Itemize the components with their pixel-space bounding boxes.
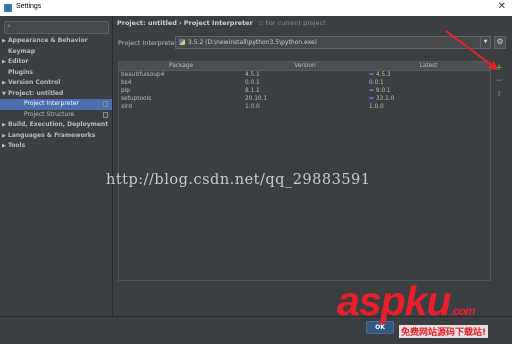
sidebar-item-label: Project Structure xyxy=(24,110,75,118)
app-icon xyxy=(4,4,12,12)
interpreter-label: Project Interpreter: xyxy=(118,39,180,47)
upgrade-arrow-icon: ➡ xyxy=(369,72,374,78)
package-name: beautifulsoup4 xyxy=(121,72,165,78)
expand-arrow-icon[interactable]: ▶ xyxy=(2,78,6,89)
upgrade-arrow-icon: ➡ xyxy=(369,96,374,102)
column-header-version[interactable]: Version xyxy=(243,62,367,70)
breadcrumb-separator: › xyxy=(178,19,182,27)
sidebar-item-project-structure[interactable]: Project Structure xyxy=(0,110,112,121)
close-icon[interactable]: ✕ xyxy=(498,1,506,12)
package-latest: 4.5.3 xyxy=(375,72,391,78)
logo-suffix: .com xyxy=(450,304,476,318)
copy-page-icon xyxy=(103,101,108,107)
expand-arrow-icon[interactable]: ▶ xyxy=(2,141,6,152)
sidebar-item-version-control[interactable]: ▶ Version Control xyxy=(0,78,112,89)
package-version: 4.5.1 xyxy=(245,72,260,78)
settings-sidebar: ⌕ ▶ Appearance & Behavior Keymap ▶ Edito… xyxy=(0,16,113,316)
expand-arrow-icon[interactable]: ▶ xyxy=(2,120,6,131)
table-row[interactable]: setuptools 20.10.1 ➡ 33.1.0 xyxy=(119,95,490,103)
breadcrumb-page: Project Interpreter xyxy=(183,19,253,27)
remove-package-button[interactable]: − xyxy=(494,76,504,86)
sidebar-item-languages[interactable]: ▶ Languages & Frameworks xyxy=(0,131,112,142)
packages-table: Package Version Latest beautifulsoup4 4.… xyxy=(118,61,491,281)
table-row[interactable]: bs4 0.0.1 0.0.1 xyxy=(119,79,490,87)
table-row[interactable]: pip 8.1.1 ➡ 9.0.1 xyxy=(119,87,490,95)
sidebar-item-label: Version Control xyxy=(8,79,61,86)
breadcrumb-note: ▫ For current project xyxy=(259,19,326,27)
sidebar-item-editor[interactable]: ▶ Editor xyxy=(0,57,112,68)
copy-page-icon: ▫ xyxy=(258,19,264,27)
window-title: Settings xyxy=(16,3,42,10)
package-latest-cell: ➡ 33.1.0 xyxy=(369,95,394,103)
sidebar-item-label: Appearance & Behavior xyxy=(8,37,88,44)
sidebar-item-label: Project: untitled xyxy=(8,89,64,97)
expand-arrow-icon[interactable]: ▶ xyxy=(2,36,6,47)
sidebar-item-tools[interactable]: ▶ Tools xyxy=(0,141,112,152)
search-icon: ⌕ xyxy=(7,22,11,30)
sidebar-item-project-interpreter[interactable]: Project Interpreter xyxy=(0,99,112,110)
package-name: bs4 xyxy=(121,80,132,86)
python-icon xyxy=(179,39,185,45)
sidebar-item-label: Tools xyxy=(8,142,26,149)
search-input[interactable]: ⌕ xyxy=(4,21,109,34)
settings-tree: ▶ Appearance & Behavior Keymap ▶ Editor … xyxy=(0,36,112,152)
package-name: xlrd xyxy=(121,104,133,110)
package-latest: 1.0.0 xyxy=(369,104,384,110)
sidebar-item-keymap[interactable]: Keymap xyxy=(0,47,112,58)
sidebar-item-label: Build, Execution, Deployment xyxy=(8,121,109,128)
annotation-arrow xyxy=(445,30,498,70)
sidebar-item-build[interactable]: ▶ Build, Execution, Deployment xyxy=(0,120,112,131)
table-header: Package Version Latest xyxy=(119,62,490,71)
package-latest-cell: ➡ 9.0.1 xyxy=(369,87,391,95)
package-version: 0.0.1 xyxy=(245,80,260,86)
upgrade-arrow-icon: ➡ xyxy=(369,88,374,94)
sidebar-item-label: Languages & Frameworks xyxy=(8,131,96,139)
upgrade-package-button[interactable]: ⇧ xyxy=(494,89,504,99)
package-latest-cell: ➡ 4.5.3 xyxy=(369,71,391,79)
table-row[interactable]: xlrd 1.0.0 1.0.0 xyxy=(119,103,490,111)
breadcrumb-note-text: For current project xyxy=(265,19,326,27)
logo-tagline: 免费网站源码下载站! xyxy=(399,325,489,338)
package-version: 1.0.0 xyxy=(245,104,260,110)
package-name: pip xyxy=(121,88,130,94)
sidebar-item-label: Editor xyxy=(8,58,29,65)
sidebar-item-label: Plugins xyxy=(8,68,33,76)
column-header-package[interactable]: Package xyxy=(119,62,243,70)
logo-text: aspku xyxy=(337,278,451,324)
package-latest: 33.1.0 xyxy=(375,96,395,102)
expand-arrow-icon[interactable]: ▶ xyxy=(2,131,6,142)
title-bar: Settings ✕ xyxy=(0,0,512,16)
breadcrumb: Project: untitled › Project Interpreter … xyxy=(117,19,326,27)
package-name: setuptools xyxy=(121,96,152,102)
expand-arrow-icon[interactable]: ▶ xyxy=(2,57,6,68)
package-version: 8.1.1 xyxy=(245,88,260,94)
watermark-url: http://blog.csdn.net/qq_29883591 xyxy=(106,172,371,188)
package-version: 20.10.1 xyxy=(245,96,268,102)
collapse-arrow-icon[interactable]: ▼ xyxy=(2,89,6,100)
interpreter-value: 3.5.2 (D:\newinstall\python3.5\python.ex… xyxy=(188,39,317,46)
breadcrumb-project: Project: untitled xyxy=(117,19,177,27)
sidebar-item-label: Keymap xyxy=(8,47,36,55)
package-latest: 9.0.1 xyxy=(375,88,391,94)
sidebar-item-appearance[interactable]: ▶ Appearance & Behavior xyxy=(0,36,112,47)
sidebar-item-label: Project Interpreter xyxy=(24,100,79,107)
table-row[interactable]: beautifulsoup4 4.5.1 ➡ 4.5.3 xyxy=(119,71,490,79)
sidebar-item-plugins[interactable]: Plugins xyxy=(0,68,112,79)
sidebar-item-project[interactable]: ▼ Project: untitled xyxy=(0,89,112,100)
package-latest: 0.0.1 xyxy=(369,80,384,86)
copy-page-icon xyxy=(103,111,108,118)
